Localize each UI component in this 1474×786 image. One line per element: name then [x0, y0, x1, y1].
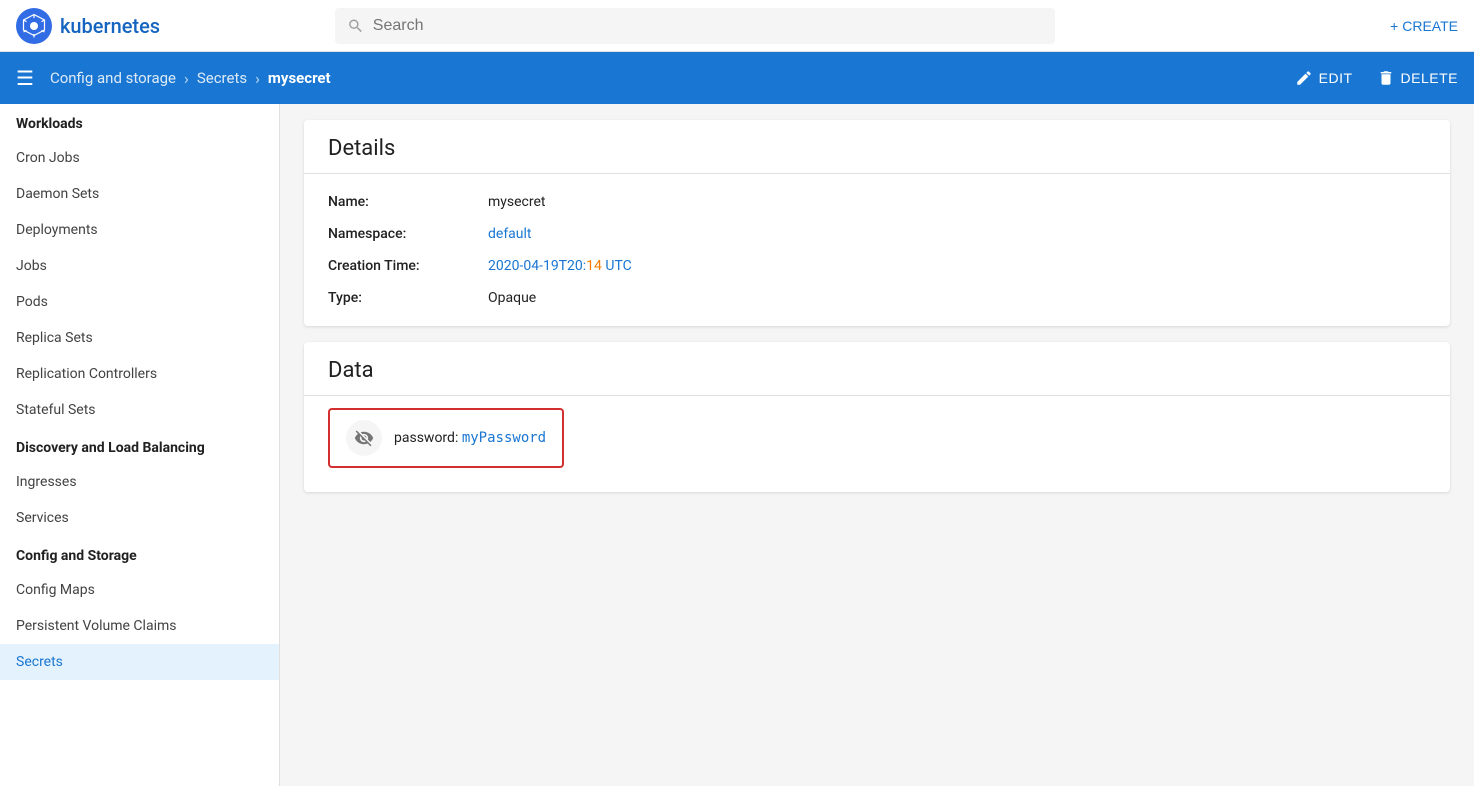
search-icon — [347, 17, 364, 35]
sidebar-item-persistent-volume-claims[interactable]: Persistent Volume Claims — [0, 608, 279, 644]
create-button[interactable]: + CREATE — [1390, 18, 1458, 34]
kubernetes-logo-icon — [16, 8, 52, 44]
logo-text: kubernetes — [60, 14, 160, 38]
breadcrumb-secrets[interactable]: Secrets — [197, 69, 247, 87]
discovery-header: Discovery and Load Balancing — [0, 428, 279, 464]
sidebar: Workloads Cron Jobs Daemon Sets Deployme… — [0, 104, 280, 786]
sidebar-item-deployments[interactable]: Deployments — [0, 212, 279, 248]
logo-link[interactable]: kubernetes — [16, 8, 160, 44]
menu-icon[interactable]: ☰ — [16, 66, 34, 90]
sidebar-item-replica-sets[interactable]: Replica Sets — [0, 320, 279, 356]
creation-value: 2020-04-19T20:14 UTC — [488, 258, 632, 274]
sidebar-item-config-maps[interactable]: Config Maps — [0, 572, 279, 608]
sidebar-item-ingresses[interactable]: Ingresses — [0, 464, 279, 500]
creation-highlight: 14 — [586, 258, 602, 274]
sidebar-item-secrets[interactable]: Secrets — [0, 644, 279, 680]
name-row: Name: mysecret — [328, 186, 1426, 218]
main-content: Details Name: mysecret Namespace: defaul… — [280, 104, 1474, 786]
creation-label: Creation Time: — [328, 258, 488, 274]
creation-suffix: UTC — [602, 258, 632, 274]
data-card: Data password: myPassword — [304, 342, 1450, 492]
details-card: Details Name: mysecret Namespace: defaul… — [304, 120, 1450, 326]
delete-label: DELETE — [1401, 70, 1458, 86]
name-value: mysecret — [488, 194, 546, 210]
workloads-header: Workloads — [0, 104, 279, 140]
sidebar-item-cron-jobs[interactable]: Cron Jobs — [0, 140, 279, 176]
edit-button[interactable]: EDIT — [1295, 69, 1353, 87]
config-storage-header: Config and Storage — [0, 536, 279, 572]
delete-icon — [1377, 69, 1395, 87]
sidebar-item-pods[interactable]: Pods — [0, 284, 279, 320]
breadcrumb-bar: ☰ Config and storage › Secrets › mysecre… — [0, 52, 1474, 104]
breadcrumb-sep-1: › — [184, 69, 189, 88]
details-table: Name: mysecret Namespace: default Creati… — [304, 174, 1450, 326]
breadcrumb-actions: EDIT DELETE — [1295, 69, 1458, 87]
delete-button[interactable]: DELETE — [1377, 69, 1458, 87]
sidebar-item-stateful-sets[interactable]: Stateful Sets — [0, 392, 279, 428]
breadcrumb-sep-2: › — [255, 69, 260, 88]
creation-plain: 2020-04-19T20: — [488, 258, 586, 274]
creation-row: Creation Time: 2020-04-19T20:14 UTC — [328, 250, 1426, 282]
search-input[interactable] — [373, 17, 1044, 35]
type-row: Type: Opaque — [328, 282, 1426, 314]
edit-label: EDIT — [1319, 70, 1353, 86]
type-value: Opaque — [488, 290, 536, 306]
data-entries: password: myPassword — [304, 396, 1450, 492]
password-value: myPassword — [462, 430, 546, 446]
namespace-value[interactable]: default — [488, 226, 532, 242]
password-key: password: — [394, 430, 462, 446]
search-bar — [335, 8, 1055, 44]
eye-off-icon — [354, 428, 374, 448]
details-title: Details — [304, 120, 1450, 173]
password-text: password: myPassword — [394, 430, 546, 446]
sidebar-item-services[interactable]: Services — [0, 500, 279, 536]
sidebar-item-jobs[interactable]: Jobs — [0, 248, 279, 284]
namespace-row: Namespace: default — [328, 218, 1426, 250]
type-label: Type: — [328, 290, 488, 306]
breadcrumb-current: mysecret — [268, 69, 331, 87]
edit-icon — [1295, 69, 1313, 87]
toggle-visibility-button[interactable] — [346, 420, 382, 456]
layout: Workloads Cron Jobs Daemon Sets Deployme… — [0, 104, 1474, 786]
top-nav: kubernetes + CREATE — [0, 0, 1474, 52]
breadcrumb-config-storage[interactable]: Config and storage — [50, 69, 176, 87]
data-title: Data — [304, 342, 1450, 395]
namespace-label: Namespace: — [328, 226, 488, 242]
password-entry: password: myPassword — [328, 408, 564, 468]
name-label: Name: — [328, 194, 488, 210]
sidebar-item-daemon-sets[interactable]: Daemon Sets — [0, 176, 279, 212]
sidebar-item-replication-controllers[interactable]: Replication Controllers — [0, 356, 279, 392]
